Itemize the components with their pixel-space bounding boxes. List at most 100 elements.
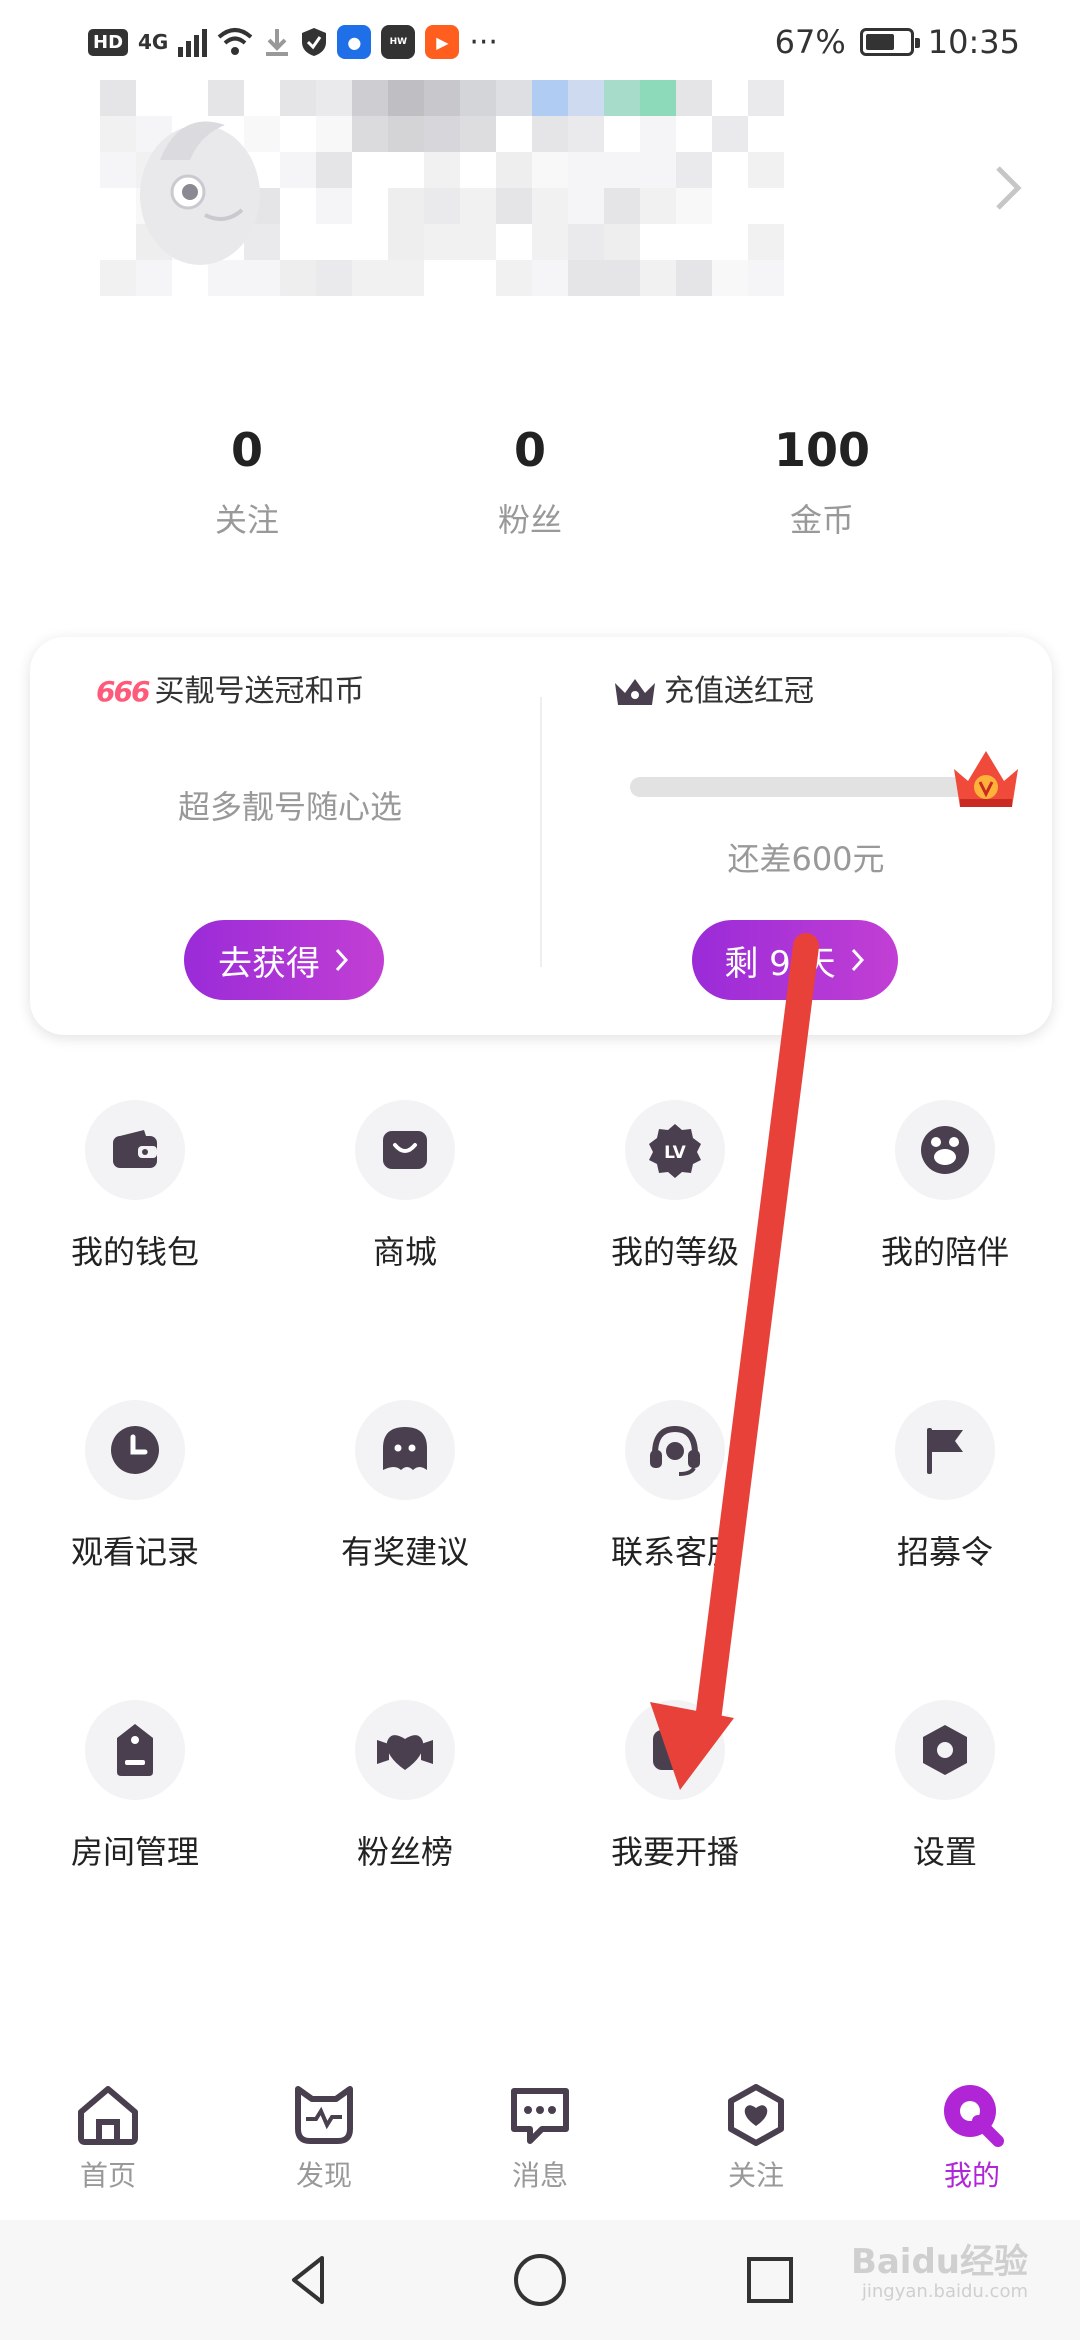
menu-item-companion[interactable]: 我的陪伴 bbox=[835, 1100, 1055, 1330]
system-navigation-bar: Baidu经验 jingyan.baidu.com bbox=[0, 2220, 1080, 2340]
mosaic-tile bbox=[640, 152, 676, 188]
tab-home[interactable]: 首页 bbox=[38, 2080, 178, 2196]
menu-label: 设置 bbox=[912, 1833, 977, 1871]
chevron-right-small-icon bbox=[851, 948, 864, 972]
menu-item-fan-ranking[interactable]: 粉丝榜 bbox=[295, 1700, 515, 1930]
mosaic-tile bbox=[604, 260, 640, 296]
stat-following-count: 0 bbox=[230, 423, 263, 477]
mosaic-tile bbox=[532, 188, 568, 224]
mosaic-tile bbox=[532, 260, 568, 296]
mosaic-tile bbox=[424, 80, 460, 116]
follow-heart-shield-icon bbox=[721, 2080, 791, 2150]
mosaic-tile bbox=[424, 188, 460, 224]
stat-following[interactable]: 0 关注 bbox=[137, 420, 357, 540]
mosaic-tile bbox=[748, 260, 784, 296]
level-badge-text: LV bbox=[664, 1143, 686, 1163]
hexagon-settings-icon bbox=[895, 1700, 995, 1800]
mosaic-tile bbox=[388, 116, 424, 152]
menu-label: 我的陪伴 bbox=[880, 1233, 1009, 1271]
stat-coins-count: 100 bbox=[773, 423, 871, 477]
mosaic-tile bbox=[460, 188, 496, 224]
mosaic-tile bbox=[748, 80, 784, 116]
profile-header[interactable] bbox=[0, 70, 1080, 330]
menu-label: 有奖建议 bbox=[340, 1533, 469, 1571]
mosaic-tile bbox=[496, 152, 532, 188]
battery-icon bbox=[859, 28, 920, 56]
mosaic-tile bbox=[532, 152, 568, 188]
mosaic-tile bbox=[676, 80, 712, 116]
stat-coins-label: 金币 bbox=[789, 501, 854, 539]
stat-fans[interactable]: 0 粉丝 bbox=[420, 420, 640, 540]
mosaic-tile bbox=[424, 152, 460, 188]
mosaic-tile bbox=[532, 116, 568, 152]
mosaic-tile bbox=[568, 260, 604, 296]
status-right: 67% 10:35 bbox=[775, 23, 1020, 61]
mosaic-tile bbox=[604, 188, 640, 224]
mosaic-tile bbox=[748, 224, 784, 260]
menu-item-shop[interactable]: 商城 bbox=[295, 1100, 515, 1330]
menu-label: 招募令 bbox=[896, 1533, 993, 1571]
room-tag-icon bbox=[85, 1700, 185, 1800]
menu-item-watch-history[interactable]: 观看记录 bbox=[25, 1400, 245, 1630]
mosaic-tile bbox=[604, 152, 640, 188]
avatar[interactable] bbox=[130, 100, 270, 270]
menu-label: 观看记录 bbox=[70, 1533, 199, 1571]
shield-icon bbox=[302, 28, 327, 56]
tab-messages[interactable]: 消息 bbox=[470, 2080, 610, 2196]
mosaic-tile bbox=[604, 80, 640, 116]
level-badge-icon: LV bbox=[625, 1100, 725, 1200]
tab-mine[interactable]: 我的 bbox=[902, 2080, 1042, 2196]
clock-icon bbox=[85, 1400, 185, 1500]
mosaic-tile bbox=[280, 260, 316, 296]
hd-badge: HD bbox=[88, 28, 129, 56]
mosaic-tile bbox=[568, 80, 604, 116]
get-now-label: 去获得 bbox=[218, 943, 320, 984]
mosaic-tile bbox=[712, 116, 748, 152]
mosaic-tile bbox=[316, 260, 352, 296]
mosaic-tile bbox=[532, 224, 568, 260]
days-left-button[interactable]: 剩 9 天 bbox=[692, 920, 898, 1000]
menu-item-customer-service[interactable]: 联系客服 bbox=[565, 1400, 785, 1630]
mosaic-tile bbox=[316, 80, 352, 116]
clock-time: 10:35 bbox=[927, 23, 1020, 61]
tab-label: 关注 bbox=[727, 2159, 784, 2192]
discover-cat-icon bbox=[289, 2080, 359, 2150]
tab-label: 发现 bbox=[295, 2159, 352, 2192]
tab-following[interactable]: 关注 bbox=[686, 2080, 826, 2196]
back-triangle-icon[interactable] bbox=[280, 2250, 340, 2310]
stat-following-label: 关注 bbox=[214, 501, 279, 539]
days-left-label: 剩 9 天 bbox=[724, 943, 836, 984]
menu-item-start-live[interactable]: 我要开播 bbox=[565, 1700, 785, 1930]
mosaic-tile bbox=[640, 188, 676, 224]
mosaic-tile bbox=[676, 260, 712, 296]
mosaic-tile bbox=[460, 224, 496, 260]
mosaic-tile bbox=[640, 116, 676, 152]
promo-right-title-text: 充值送红冠 bbox=[664, 674, 814, 709]
stat-coins[interactable]: 100 金币 bbox=[712, 420, 932, 540]
tab-label: 首页 bbox=[79, 2159, 136, 2192]
feedback-bubble-icon bbox=[355, 1400, 455, 1500]
mosaic-tile bbox=[424, 224, 460, 260]
watermark-brand: Baidu经验 bbox=[850, 2242, 1028, 2282]
menu-item-recruit[interactable]: 招募令 bbox=[835, 1400, 1055, 1630]
mosaic-tile bbox=[352, 80, 388, 116]
get-now-button[interactable]: 去获得 bbox=[184, 920, 384, 1000]
mosaic-tile bbox=[316, 116, 352, 152]
headset-icon bbox=[625, 1400, 725, 1500]
signal-icon bbox=[178, 27, 208, 57]
shop-bag-icon bbox=[355, 1100, 455, 1200]
wallet-icon bbox=[85, 1100, 185, 1200]
mosaic-tile bbox=[496, 188, 532, 224]
menu-item-room-management[interactable]: 房间管理 bbox=[25, 1700, 245, 1930]
mosaic-tile bbox=[388, 260, 424, 296]
menu-item-wallet[interactable]: 我的钱包 bbox=[25, 1100, 245, 1330]
tab-discover[interactable]: 发现 bbox=[254, 2080, 394, 2196]
chevron-right-icon[interactable] bbox=[986, 158, 1030, 218]
home-circle-icon[interactable] bbox=[510, 2250, 570, 2310]
menu-item-level[interactable]: LV 我的等级 bbox=[565, 1100, 785, 1330]
menu-item-settings[interactable]: 设置 bbox=[835, 1700, 1055, 1930]
recents-square-icon[interactable] bbox=[740, 2250, 800, 2310]
promo-left-title-text: 买靓号送冠和币 bbox=[154, 674, 365, 709]
menu-item-feedback[interactable]: 有奖建议 bbox=[295, 1400, 515, 1630]
heart-ribbon-icon bbox=[355, 1700, 455, 1800]
